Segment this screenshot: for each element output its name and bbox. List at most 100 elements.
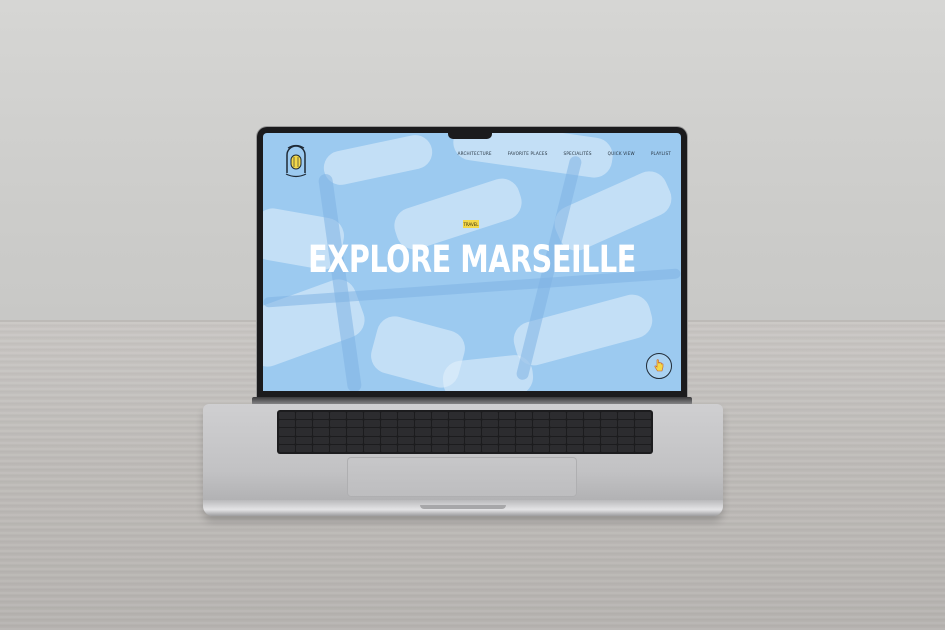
keyboard-key [346, 412, 363, 420]
keyboard-key [414, 436, 431, 444]
keyboard-key [380, 444, 397, 452]
keyboard-key [397, 444, 414, 452]
keyboard-key [482, 436, 499, 444]
keyboard-key [312, 420, 329, 428]
keyboard-key [295, 428, 312, 436]
keyboard-key [312, 436, 329, 444]
nav-playlist[interactable]: PLAYLIST [651, 152, 671, 157]
keyboard-key [380, 420, 397, 428]
keyboard-key [431, 420, 448, 428]
keyboard [277, 410, 653, 454]
keyboard-key [618, 420, 635, 428]
keyboard-key [567, 444, 584, 452]
keyboard-key [482, 444, 499, 452]
camera-notch [448, 130, 492, 139]
keyboard-key [380, 412, 397, 420]
keyboard-key [584, 436, 601, 444]
keyboard-key [279, 428, 295, 436]
keyboard-key [279, 420, 295, 428]
keyboard-key [295, 412, 312, 420]
keyboard-key [601, 444, 618, 452]
keyboard-key [363, 436, 380, 444]
keyboard-key [601, 436, 618, 444]
cursor-hand-icon [654, 359, 664, 372]
keyboard-key [431, 436, 448, 444]
keyboard-key [499, 436, 516, 444]
keyboard-key [516, 420, 533, 428]
keyboard-key [363, 428, 380, 436]
keyboard-key [295, 444, 312, 452]
keyboard-key [499, 420, 516, 428]
keyboard-key [431, 412, 448, 420]
keyboard-key [397, 436, 414, 444]
lid-opening-notch [420, 505, 506, 509]
keyboard-key [635, 444, 651, 452]
keyboard-key [533, 436, 550, 444]
keyboard-key [380, 428, 397, 436]
keyboard-key [295, 436, 312, 444]
keyboard-key [397, 428, 414, 436]
keyboard-key [584, 420, 601, 428]
keyboard-key [618, 412, 635, 420]
keyboard-key [431, 444, 448, 452]
keyboard-key [533, 420, 550, 428]
keyboard-key [414, 444, 431, 452]
travel-tag: TRAVEL [463, 220, 479, 228]
keyboard-key [312, 444, 329, 452]
nav-favorite-places[interactable]: FAVORITE PLACES [508, 152, 548, 157]
keyboard-key [312, 428, 329, 436]
keyboard-key [431, 428, 448, 436]
keyboard-key [414, 412, 431, 420]
nav-architecture[interactable]: ARCHITECTURE [458, 152, 492, 157]
keyboard-key [414, 428, 431, 436]
keyboard-key [516, 436, 533, 444]
keyboard-key [465, 444, 482, 452]
keyboard-key [550, 412, 567, 420]
keyboard-key [635, 428, 651, 436]
keyboard-key [567, 428, 584, 436]
keyboard-key [329, 412, 346, 420]
nav-quick-view[interactable]: QUICK VIEW [608, 152, 635, 157]
keyboard-key [465, 428, 482, 436]
keyboard-key [295, 420, 312, 428]
architecture-shape [320, 133, 436, 189]
keyboard-key [363, 412, 380, 420]
keyboard-key [550, 428, 567, 436]
keyboard-key [516, 444, 533, 452]
keyboard-key [635, 436, 651, 444]
keyboard-key [329, 428, 346, 436]
keyboard-key [414, 420, 431, 428]
keyboard-key [601, 412, 618, 420]
keyboard-key [567, 436, 584, 444]
keyboard-key [448, 428, 465, 436]
keyboard-key [482, 412, 499, 420]
keyboard-key [618, 444, 635, 452]
keyboard-key [279, 444, 295, 452]
main-nav: ARCHITECTURE FAVORITE PLACES SPECIALITÉS… [458, 152, 671, 157]
cursor-hand-button[interactable] [646, 353, 672, 379]
keyboard-key [601, 428, 618, 436]
keyboard-key [601, 420, 618, 428]
keyboard-key [465, 420, 482, 428]
keyboard-key [584, 444, 601, 452]
keyboard-key [482, 420, 499, 428]
keyboard-key [448, 436, 465, 444]
keyboard-key [363, 444, 380, 452]
keyboard-key [448, 420, 465, 428]
keyboard-key [329, 444, 346, 452]
keyboard-key [550, 436, 567, 444]
marseille-logo-icon[interactable] [283, 143, 309, 179]
keyboard-key [312, 412, 329, 420]
nav-specialites[interactable]: SPECIALITÉS [564, 152, 592, 157]
keyboard-key [465, 436, 482, 444]
keyboard-key [533, 428, 550, 436]
keyboard-key [567, 420, 584, 428]
keyboard-key [329, 420, 346, 428]
keyboard-key [635, 420, 651, 428]
keyboard-key [279, 412, 295, 420]
keyboard-key [346, 420, 363, 428]
keyboard-key [584, 412, 601, 420]
keyboard-key [618, 436, 635, 444]
keyboard-key [329, 436, 346, 444]
keyboard-key [567, 412, 584, 420]
